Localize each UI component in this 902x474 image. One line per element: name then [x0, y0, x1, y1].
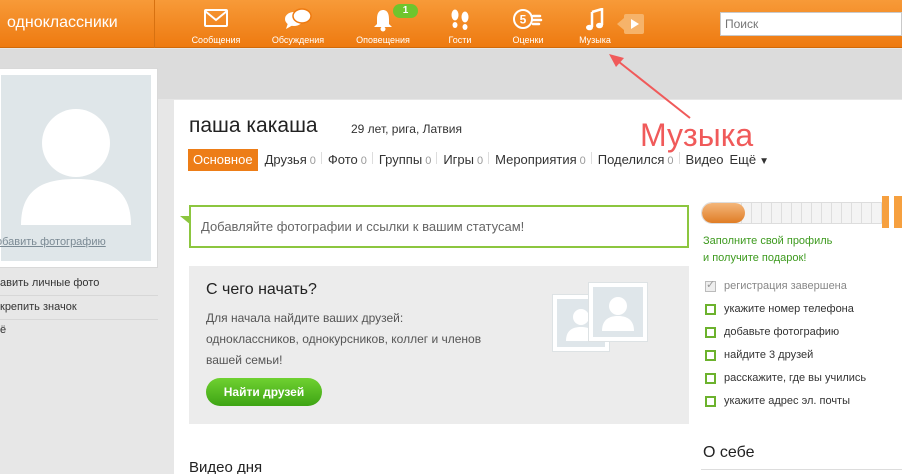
- tab-label: Группы: [378, 152, 423, 167]
- tab-label: Игры: [443, 152, 474, 167]
- getting-started-text: Для начала найдите ваших друзей: однокла…: [206, 311, 482, 367]
- annotation-label: Музыка: [640, 117, 754, 153]
- tab-main[interactable]: Основное: [188, 149, 258, 171]
- checklist-label: расскажите, где вы учились: [724, 372, 867, 384]
- tab-count: 0: [579, 155, 586, 167]
- progress-fill: [702, 203, 746, 223]
- left-menu-item[interactable]: ё: [0, 324, 158, 342]
- tab-events[interactable]: Мероприятия 0: [495, 149, 598, 171]
- profile-hint-line: и получите подарок!: [703, 252, 807, 264]
- tab-count: 0: [477, 155, 484, 167]
- divider: [701, 469, 902, 470]
- nav-messages[interactable]: Сообщения: [186, 0, 246, 48]
- checklist-label: укажите адрес эл. почты: [724, 395, 851, 407]
- tab-label: Мероприятия: [495, 152, 577, 167]
- tab-friends[interactable]: Друзья 0: [265, 149, 328, 171]
- nav-guests[interactable]: Гости: [440, 0, 480, 48]
- logo-area[interactable]: одноклассники: [0, 0, 155, 48]
- checklist-label: укажите номер телефона: [724, 303, 854, 315]
- video-of-day-title: Видео дня: [189, 459, 263, 474]
- tab-games[interactable]: Игры 0: [443, 149, 495, 171]
- checklist-item-registration: регистрация завершена: [705, 278, 847, 292]
- user-name: паша какаша: [189, 114, 318, 137]
- notification-count-badge: 1: [393, 4, 418, 18]
- getting-started-title: С чего начать?: [206, 281, 317, 298]
- nav-label: Музыка: [579, 35, 611, 45]
- nav-label: Оповещения: [356, 35, 410, 45]
- top-navigation-bar: одноклассники Сообщения Обсуждения Опове…: [0, 0, 902, 48]
- checkbox-icon: [705, 395, 716, 407]
- checkbox-icon: [705, 303, 716, 315]
- caret-down-icon: ▼: [759, 156, 770, 167]
- nav-discussions[interactable]: Обсуждения: [266, 0, 330, 48]
- nav-ratings[interactable]: 5 Оценки: [506, 0, 550, 48]
- left-menu-item[interactable]: авить личные фото: [0, 277, 158, 296]
- profile-hint-line: Заполните свой профиль: [703, 235, 833, 247]
- tab-label: Друзья: [264, 152, 307, 167]
- nav-label: Оценки: [512, 35, 544, 45]
- tab-photos[interactable]: Фото 0: [328, 149, 379, 171]
- avatar-silhouette: [1, 75, 151, 261]
- svg-text:5: 5: [520, 13, 527, 27]
- envelope-icon: [204, 8, 228, 33]
- checkbox-icon: [705, 349, 716, 361]
- checkbox-checked-icon: [705, 278, 716, 292]
- tab-label: Фото: [327, 152, 358, 167]
- tab-count: 0: [309, 155, 316, 167]
- tab-count: 0: [360, 155, 367, 167]
- checklist-item-friends[interactable]: найдите 3 друзей: [705, 349, 813, 361]
- profile-hint[interactable]: Заполните свой профиль и получите подаро…: [703, 233, 832, 267]
- footprints-icon: [448, 8, 472, 37]
- checklist-item-photo[interactable]: добавьте фотографию: [705, 326, 839, 338]
- find-friends-button[interactable]: Найти друзей: [206, 378, 322, 406]
- status-input[interactable]: Добавляйте фотографии и ссылки к вашим с…: [189, 205, 689, 248]
- tab-label: Основное: [193, 152, 253, 167]
- checklist-label: найдите 3 друзей: [724, 349, 814, 361]
- checkbox-icon: [705, 372, 716, 384]
- tab-groups[interactable]: Группы 0: [379, 149, 443, 171]
- site-logo[interactable]: одноклассники: [7, 14, 118, 32]
- add-photo-link[interactable]: обавить фотографию: [0, 236, 106, 248]
- nav-label: Обсуждения: [271, 35, 325, 45]
- profile-progress-bar: [701, 202, 891, 224]
- tab-count: 0: [425, 155, 432, 167]
- checklist-label: добавьте фотографию: [724, 326, 840, 338]
- checklist-label: регистрация завершена: [724, 280, 847, 292]
- nav-label: Сообщения: [191, 35, 241, 45]
- nav-label: Гости: [448, 35, 472, 45]
- search-input[interactable]: [720, 12, 902, 36]
- checklist-item-phone[interactable]: укажите номер телефона: [705, 303, 854, 315]
- gift-icon: [882, 196, 902, 228]
- nav-music[interactable]: Музыка: [574, 0, 616, 48]
- user-info: 29 лет, рига, Латвия: [351, 122, 462, 136]
- bell-icon: [373, 8, 393, 37]
- left-menu-item[interactable]: крепить значок: [0, 301, 158, 320]
- rating-five-icon: 5: [513, 8, 543, 37]
- chat-bubbles-icon: [284, 8, 312, 35]
- music-note-icon: [585, 7, 605, 37]
- checklist-item-email[interactable]: укажите адрес эл. почты: [705, 395, 850, 407]
- about-title: О себе: [703, 444, 755, 461]
- play-icon[interactable]: [617, 14, 644, 34]
- checkbox-icon: [705, 326, 716, 338]
- friend-avatar-icon: [588, 282, 648, 342]
- checklist-item-education[interactable]: расскажите, где вы учились: [705, 372, 866, 384]
